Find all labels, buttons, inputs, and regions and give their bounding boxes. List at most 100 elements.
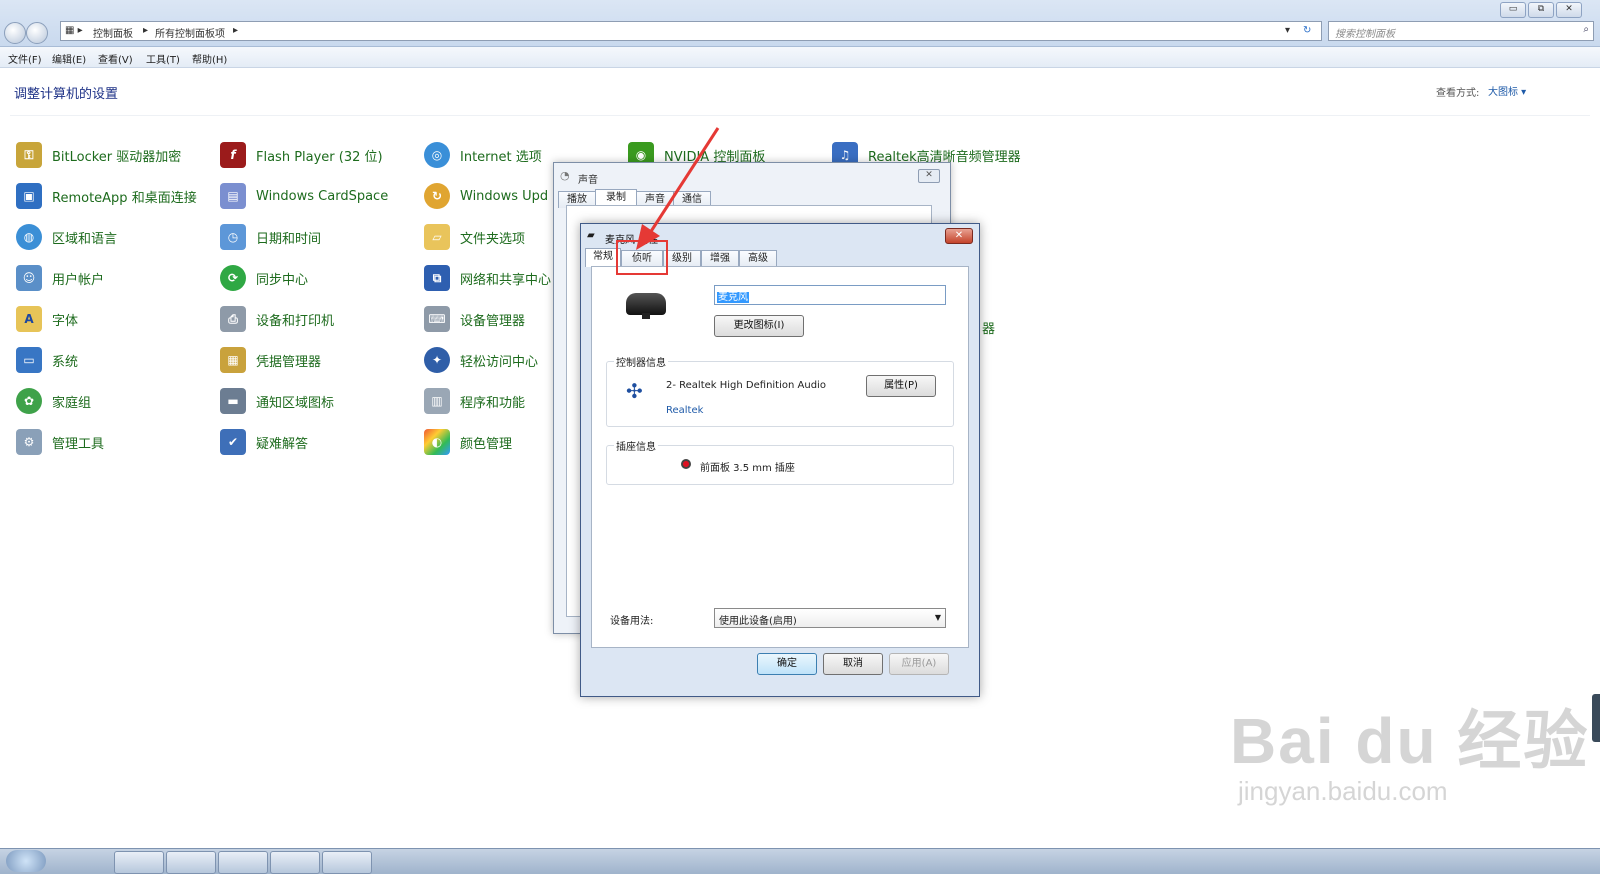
- cp-item-homegroup[interactable]: ✿ 家庭组: [16, 386, 91, 416]
- cp-item-folder-options[interactable]: ▱ 文件夹选项: [424, 222, 525, 252]
- computer-icon: ▭: [16, 347, 42, 373]
- color-management-icon: ◐: [424, 429, 450, 455]
- cp-item-windows-update[interactable]: ↻ Windows Upd: [424, 181, 548, 211]
- search-input[interactable]: 搜索控制面板 ⌕: [1328, 21, 1594, 41]
- cp-item-sync-center[interactable]: ⟳ 同步中心: [220, 263, 308, 293]
- cp-item-region-language[interactable]: ◍ 区域和语言: [16, 222, 117, 252]
- cp-item-devices-printers[interactable]: ⎙ 设备和打印机: [220, 304, 334, 334]
- admin-tools-icon: ⚙: [16, 429, 42, 455]
- breadcrumb-all-items[interactable]: 所有控制面板项: [155, 25, 225, 40]
- mic-dialog-close-button[interactable]: ✕: [945, 228, 973, 244]
- menu-tools[interactable]: 工具(T): [146, 51, 180, 66]
- cp-item-user-accounts[interactable]: ☺ 用户帐户: [16, 263, 104, 293]
- controller-info-title: 控制器信息: [614, 354, 668, 369]
- menu-edit[interactable]: 编辑(E): [52, 51, 86, 66]
- network-icon: ⧉: [424, 265, 450, 291]
- forward-button[interactable]: [26, 22, 48, 44]
- realtek-crab-icon: ✣: [626, 379, 643, 403]
- mic-general-panel: 麦克风 更改图标(I) 控制器信息 ✣ 2- Realtek High Defi…: [591, 266, 969, 648]
- cp-item-bitlocker[interactable]: ⚿ BitLocker 驱动器加密: [16, 140, 181, 170]
- controller-vendor[interactable]: Realtek: [666, 405, 703, 416]
- device-name-input[interactable]: 麦克风: [714, 285, 946, 305]
- menu-file[interactable]: 文件(F): [8, 51, 42, 66]
- dropdown-arrow-icon[interactable]: ▾: [1285, 25, 1290, 36]
- change-icon-button[interactable]: 更改图标(I): [714, 315, 804, 337]
- divider: [10, 115, 1590, 116]
- jack-info-title: 插座信息: [614, 438, 658, 453]
- close-button[interactable]: ✕: [1556, 2, 1582, 18]
- refresh-icon[interactable]: ↻: [1303, 25, 1311, 36]
- address-bar[interactable]: ▦ ▸ 控制面板 ▸ 所有控制面板项 ▸ ▾ ↻: [60, 21, 1322, 41]
- flash-icon: f: [220, 142, 246, 168]
- minimize-button[interactable]: ▭: [1500, 2, 1526, 18]
- mic-properties-dialog: ▰ 麦克风 属性 ✕ 常规 侦听 级别 增强 高级 麦克风 更改图标(I) 控制…: [580, 223, 980, 697]
- troubleshoot-icon: ✔: [220, 429, 246, 455]
- taskbar-item-control-panel[interactable]: [270, 851, 320, 874]
- windows-update-icon: ↻: [424, 183, 450, 209]
- taskbar-item-sound[interactable]: [322, 851, 372, 874]
- menu-help[interactable]: 帮助(H): [192, 51, 227, 66]
- cp-item-partial-label: 器: [982, 322, 996, 337]
- printer-icon: ⎙: [220, 306, 246, 332]
- vault-icon: ▦: [220, 347, 246, 373]
- cancel-button[interactable]: 取消: [823, 653, 883, 675]
- cp-item-network-sharing[interactable]: ⧉ 网络和共享中心: [424, 263, 551, 293]
- cp-item-credential-manager[interactable]: ▦ 凭据管理器: [220, 345, 321, 375]
- view-by-dropdown[interactable]: 大图标 ▾: [1488, 83, 1526, 98]
- maximize-button[interactable]: ⧉: [1528, 2, 1554, 18]
- folder-icon: ▦ ▸: [65, 25, 83, 36]
- cp-item-troubleshooting[interactable]: ✔ 疑难解答: [220, 427, 308, 457]
- controller-properties-button[interactable]: 属性(P): [866, 375, 936, 397]
- controller-name: 2- Realtek High Definition Audio: [666, 380, 826, 391]
- calendar-clock-icon: ◷: [220, 224, 246, 250]
- device-manager-icon: ⌨: [424, 306, 450, 332]
- cp-item-color-management[interactable]: ◐ 颜色管理: [424, 427, 512, 457]
- tab-advanced[interactable]: 高级: [739, 250, 777, 267]
- internet-globe-icon: ◎: [424, 142, 450, 168]
- remote-desktop-icon: ▣: [16, 183, 42, 209]
- cp-item-fonts[interactable]: A 字体: [16, 304, 78, 334]
- cp-item-system[interactable]: ▭ 系统: [16, 345, 78, 375]
- side-gadget[interactable]: [1592, 694, 1600, 742]
- cp-item-remoteapp[interactable]: ▣ RemoteApp 和桌面连接: [16, 181, 197, 211]
- cp-item-date-time[interactable]: ◷ 日期和时间: [220, 222, 321, 252]
- breadcrumb-separator: ▸: [233, 25, 239, 36]
- explorer-titlebar: ▭ ⧉ ✕ ▦ ▸ 控制面板 ▸ 所有控制面板项 ▸ ▾ ↻ 搜索控制面板 ⌕: [0, 0, 1600, 47]
- taskbar: [0, 848, 1600, 874]
- programs-icon: ▥: [424, 388, 450, 414]
- breadcrumb-control-panel[interactable]: 控制面板: [93, 25, 133, 40]
- menu-view[interactable]: 查看(V): [98, 51, 133, 66]
- cp-item-flash-player[interactable]: f Flash Player (32 位): [220, 140, 383, 170]
- font-folder-icon: A: [16, 306, 42, 332]
- cp-item-admin-tools[interactable]: ⚙ 管理工具: [16, 427, 104, 457]
- cp-item-ease-of-access[interactable]: ✦ 轻松访问中心: [424, 345, 538, 375]
- tab-enhancements[interactable]: 增强: [701, 250, 739, 267]
- sync-icon: ⟳: [220, 265, 246, 291]
- device-usage-label: 设备用法:: [610, 616, 654, 627]
- ok-button[interactable]: 确定: [757, 653, 817, 675]
- sound-dialog-close-button[interactable]: ✕: [918, 169, 940, 183]
- back-button[interactable]: [4, 22, 26, 44]
- baidu-watermark: Bai du 经验 jingyan.baidu.com: [1230, 705, 1590, 806]
- taskbar-item-app[interactable]: [218, 851, 268, 874]
- key-icon: ⚿: [16, 142, 42, 168]
- taskbar-item-ie[interactable]: [114, 851, 164, 874]
- globe-icon: ◍: [16, 224, 42, 250]
- folder-icon: ▱: [424, 224, 450, 250]
- search-icon[interactable]: ⌕: [1583, 24, 1589, 35]
- cp-item-notification-icons[interactable]: ▬ 通知区域图标: [220, 386, 334, 416]
- chevron-down-icon: ▼: [934, 613, 941, 622]
- cp-item-cardspace[interactable]: ▤ Windows CardSpace: [220, 181, 388, 211]
- taskbar-icon: ▬: [220, 388, 246, 414]
- apply-button[interactable]: 应用(A): [889, 653, 949, 675]
- cp-item-device-manager[interactable]: ⌨ 设备管理器: [424, 304, 525, 334]
- menu-bar: 文件(F) 编辑(E) 查看(V) 工具(T) 帮助(H): [0, 47, 1600, 68]
- tab-levels[interactable]: 级别: [663, 250, 701, 267]
- cp-item-programs-features[interactable]: ▥ 程序和功能: [424, 386, 525, 416]
- start-button[interactable]: [6, 850, 46, 872]
- users-icon: ☺: [16, 265, 42, 291]
- device-usage-select[interactable]: 使用此设备(启用) ▼: [714, 608, 946, 628]
- view-by-label: 查看方式:: [1436, 88, 1480, 99]
- taskbar-item-explorer[interactable]: [166, 851, 216, 874]
- cp-item-internet-options[interactable]: ◎ Internet 选项: [424, 140, 542, 170]
